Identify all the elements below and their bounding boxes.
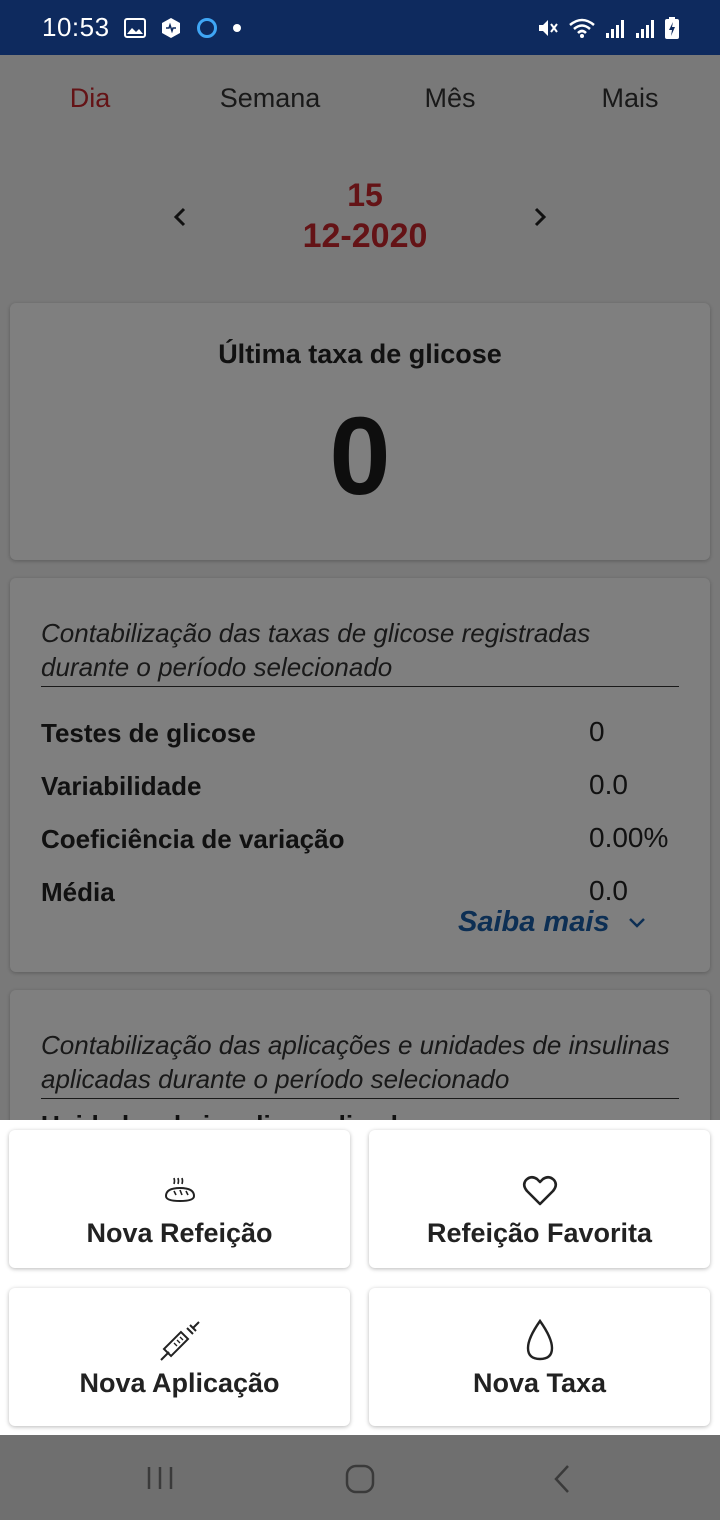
wifi-icon (569, 18, 595, 38)
dot-icon (232, 23, 241, 32)
app-badge-icon (161, 17, 180, 38)
image-icon (123, 17, 146, 38)
drop-icon (526, 1318, 553, 1361)
favorite-meal-label: Refeição Favorita (426, 1218, 653, 1248)
home-icon (345, 1464, 375, 1494)
system-navigation-bar (0, 1435, 720, 1520)
quick-actions-sheet: Nova Refeição Refeição Favorita Nova Apl… (0, 1120, 720, 1435)
system-icons (536, 16, 680, 40)
notification-icons (123, 17, 242, 39)
back-button[interactable] (550, 1463, 574, 1500)
syringe-icon (159, 1321, 200, 1361)
signal-icon (606, 19, 624, 38)
new-meal-button[interactable]: Nova Refeição (9, 1130, 350, 1268)
circle-icon (196, 17, 217, 38)
favorite-meal-button[interactable]: Refeição Favorita (369, 1130, 710, 1268)
status-time: 10:53 (42, 12, 110, 42)
bread-icon (164, 1177, 195, 1203)
home-button[interactable] (344, 1463, 376, 1500)
new-rate-label: Nova Taxa (472, 1368, 607, 1398)
recent-apps-icon (147, 1467, 173, 1489)
back-icon (554, 1465, 569, 1493)
recent-apps-button[interactable] (145, 1463, 175, 1498)
battery-icon (665, 16, 679, 39)
signal-icon (636, 19, 654, 38)
status-bar: 10:53 (0, 0, 720, 55)
new-rate-button[interactable]: Nova Taxa (369, 1288, 710, 1426)
new-application-button[interactable]: Nova Aplicação (9, 1288, 350, 1426)
new-application-label: Nova Aplicação (79, 1368, 280, 1398)
dim-overlay[interactable] (0, 55, 720, 1120)
mute-icon (539, 19, 558, 36)
heart-icon (522, 1175, 557, 1206)
new-meal-label: Nova Refeição (86, 1218, 273, 1248)
